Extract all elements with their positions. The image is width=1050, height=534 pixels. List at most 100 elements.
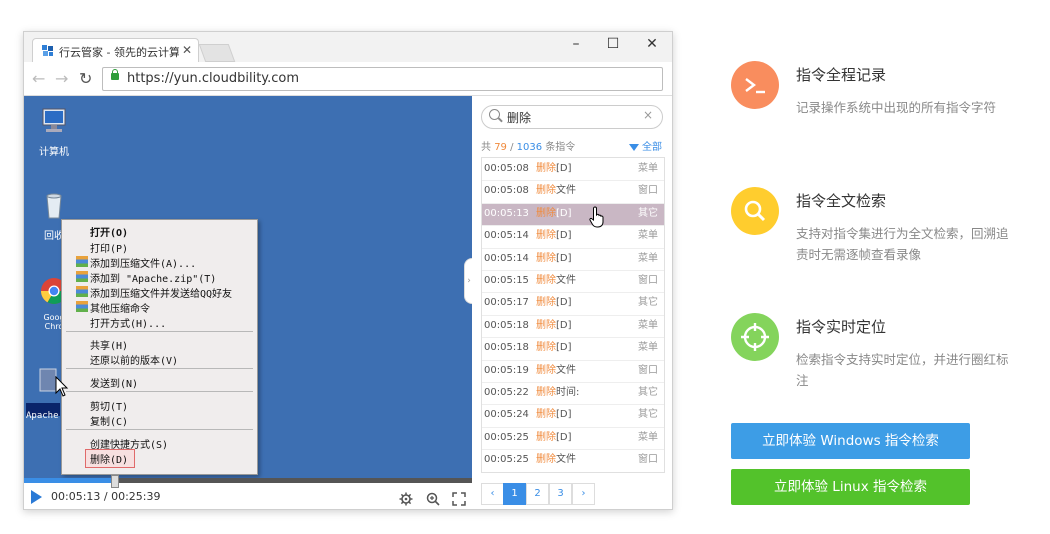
command-row[interactable]: 00:05:14 删除[D] 菜单 <box>482 248 664 270</box>
command-row[interactable]: 00:05:19 删除文件 窗口 <box>482 360 664 382</box>
progress-knob[interactable] <box>110 475 119 488</box>
feature-description: 检索指令支持实时定位，并进行圈红标注 <box>796 352 1009 388</box>
menu-item-add-zip[interactable]: 添加到 "Apache.zip"(T) <box>76 270 217 285</box>
menu-item-open-with[interactable]: 打开方式(H)... <box>90 315 166 330</box>
menu-item-send-to[interactable]: 发送到(N) <box>90 375 138 390</box>
filter-dropdown[interactable]: 全部 <box>629 138 662 153</box>
menu-item-print[interactable]: 打印(P) <box>90 240 128 255</box>
command-row[interactable]: 00:05:25 删除[D] 菜单 <box>482 427 664 449</box>
pager-prev[interactable]: ‹ <box>481 483 504 505</box>
row-divider <box>482 449 664 451</box>
clear-search-icon[interactable]: × <box>643 108 653 122</box>
back-button[interactable]: ← <box>32 69 45 88</box>
menu-item-label: 添加到压缩文件并发送给QQ好友 <box>90 289 233 300</box>
command-time: 00:05:18 <box>484 319 529 331</box>
play-button[interactable] <box>31 490 42 504</box>
command-row[interactable]: 00:05:08 删除文件 窗口 <box>482 180 664 202</box>
minimize-button[interactable]: – <box>566 36 586 52</box>
tab-bar: 行云管家 - 领先的云计算 ✕ – ☐ ✕ <box>24 32 672 63</box>
pager-page[interactable]: 2 <box>526 483 549 505</box>
command-keyword: 删除 <box>536 364 556 376</box>
command-type: 其它 <box>638 207 658 219</box>
menu-item-label: 添加到 "Apache.zip"(T) <box>90 274 217 285</box>
reload-button[interactable]: ↻ <box>79 69 92 88</box>
browser-tab[interactable]: 行云管家 - 领先的云计算 ✕ <box>32 38 199 63</box>
tab-title: 行云管家 - 领先的云计算 <box>59 46 179 59</box>
command-type: 菜单 <box>638 230 658 242</box>
command-text: 删除文件 <box>536 360 576 382</box>
command-text: 删除文件 <box>536 449 576 471</box>
pager-page[interactable]: 3 <box>549 483 572 505</box>
row-divider <box>482 359 664 361</box>
row-divider <box>482 225 664 227</box>
command-row[interactable]: 00:05:18 删除[D] 菜单 <box>482 315 664 337</box>
command-arg: [D] <box>556 207 572 219</box>
command-keyword: 删除 <box>536 342 556 354</box>
command-time: 00:05:19 <box>484 364 529 376</box>
command-row[interactable]: 00:05:24 删除[D] 其它 <box>482 404 664 426</box>
feature-title: 指令实时定位 <box>796 318 887 336</box>
tab-close-icon[interactable]: ✕ <box>182 43 192 57</box>
browser-window: 行云管家 - 领先的云计算 ✕ – ☐ ✕ ← → ↻ https://yun.… <box>23 31 673 510</box>
command-text: 删除文件 <box>536 180 576 202</box>
try-windows-button[interactable]: 立即体验 Windows 指令检索 <box>731 423 970 459</box>
menu-item-open[interactable]: 打开(O) <box>90 224 128 239</box>
menu-divider <box>66 368 253 369</box>
feature-icon-terminal <box>731 61 779 109</box>
try-linux-button[interactable]: 立即体验 Linux 指令检索 <box>731 469 970 505</box>
feature-icon-crosshair <box>731 313 779 361</box>
player-controls: 00:05:13 / 00:25:39 <box>24 475 472 509</box>
command-type: 菜单 <box>638 431 658 443</box>
row-divider <box>482 404 664 406</box>
command-text: 删除[D] <box>536 292 572 314</box>
command-row[interactable]: 00:05:18 删除[D] 菜单 <box>482 337 664 359</box>
selected-icon-label: Apache <box>26 403 60 421</box>
menu-item-delete[interactable]: 删除(D) <box>90 451 128 466</box>
menu-item-restore[interactable]: 还原以前的版本(V) <box>90 352 178 367</box>
command-row[interactable]: 00:05:14 删除[D] 菜单 <box>482 225 664 247</box>
new-tab-button[interactable] <box>198 44 236 62</box>
url-input[interactable]: https://yun.cloudbility.com <box>102 67 663 91</box>
result-count: 共 79 / 1036 条指令 <box>481 138 575 153</box>
desktop-icon-computer[interactable]: 计算机 <box>34 106 74 158</box>
mouse-cursor-icon <box>55 376 69 397</box>
command-type: 窗口 <box>638 185 658 197</box>
command-row[interactable]: 00:05:15 删除文件 窗口 <box>482 270 664 292</box>
command-arg: [D] <box>556 431 572 443</box>
menu-divider <box>66 331 253 332</box>
command-arg: 文件 <box>556 185 576 197</box>
forward-button[interactable]: → <box>55 69 68 88</box>
menu-item-cut[interactable]: 剪切(T) <box>90 398 128 413</box>
progress-bar[interactable] <box>24 475 472 488</box>
fullscreen-icon[interactable] <box>452 492 466 506</box>
command-arg: 文件 <box>556 364 576 376</box>
gear-icon[interactable] <box>399 492 413 506</box>
command-row[interactable]: 00:05:13 删除[D] 其它 <box>482 202 664 225</box>
menu-item-share[interactable]: 共享(H) <box>90 337 128 352</box>
command-search-input[interactable]: 删除 × <box>481 105 663 129</box>
filter-label: 全部 <box>642 142 662 153</box>
menu-item-other-compress[interactable]: 其他压缩命令 <box>76 300 150 315</box>
command-row[interactable]: 00:05:08 删除[D] 菜单 <box>482 158 664 180</box>
menu-item-label: 添加到压缩文件(A)... <box>90 259 197 270</box>
pager-page[interactable]: 1 <box>503 483 526 505</box>
zoom-icon[interactable] <box>426 492 440 506</box>
recycle-bin-icon <box>46 193 62 219</box>
close-button[interactable]: ✕ <box>642 36 662 52</box>
command-type: 窗口 <box>638 454 658 466</box>
command-type: 菜单 <box>638 163 658 174</box>
command-list: 00:05:08 删除[D] 菜单 00:05:08 删除文件 窗口 00:05:13 删除[… <box>481 157 665 473</box>
command-row[interactable]: 00:05:25 删除文件 窗口 <box>482 449 664 471</box>
command-row[interactable]: 00:05:22 删除时间: 其它 <box>482 382 664 404</box>
menu-divider <box>66 391 253 392</box>
menu-item-add-send-qq[interactable]: 添加到压缩文件并发送给QQ好友 <box>76 285 233 300</box>
feature-title: 指令全程记录 <box>796 66 887 84</box>
command-text: 删除[D] <box>536 203 572 225</box>
menu-item-add-archive[interactable]: 添加到压缩文件(A)... <box>76 255 197 270</box>
lock-icon <box>111 69 119 80</box>
winrar-icon <box>76 301 88 312</box>
pager-next[interactable]: › <box>572 483 595 505</box>
maximize-button[interactable]: ☐ <box>603 36 623 52</box>
menu-item-copy[interactable]: 复制(C) <box>90 413 128 428</box>
command-row[interactable]: 00:05:17 删除[D] 其它 <box>482 292 664 314</box>
